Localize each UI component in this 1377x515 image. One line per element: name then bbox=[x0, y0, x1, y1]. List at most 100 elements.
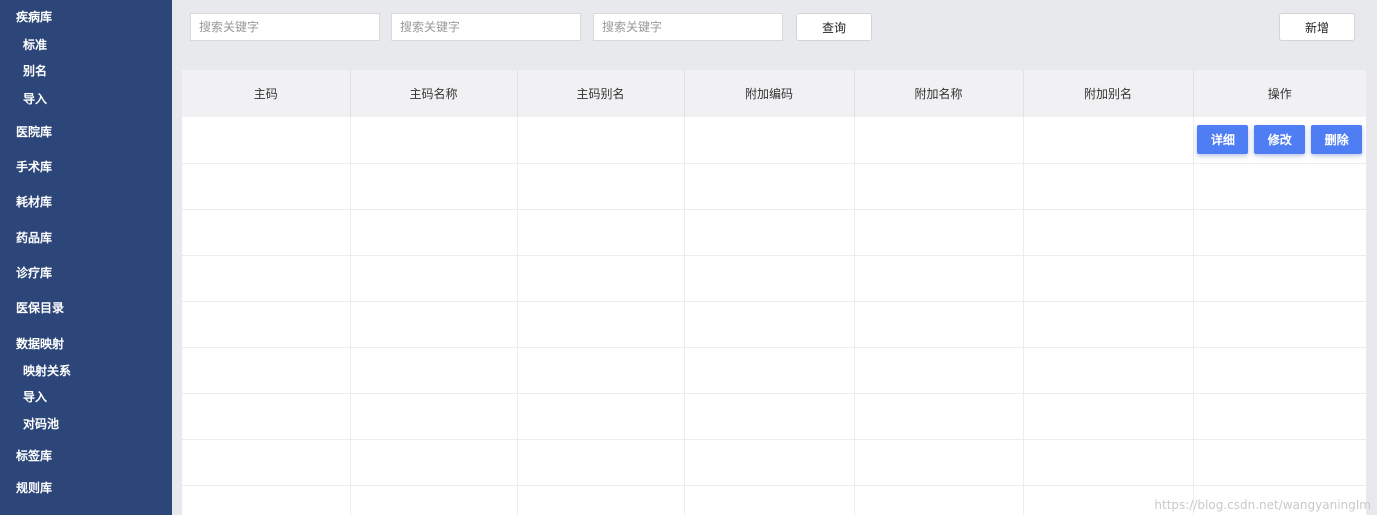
table-cell bbox=[517, 117, 685, 164]
watermark: https://blog.csdn.net/wangyaningIm bbox=[1154, 498, 1371, 512]
table-cell bbox=[182, 301, 351, 348]
sidebar-item-disease-library[interactable]: 疾病库 bbox=[16, 9, 52, 25]
table-cell bbox=[517, 393, 685, 440]
table-cell bbox=[684, 485, 855, 515]
table-cell bbox=[1193, 393, 1366, 440]
column-header-actions: 操作 bbox=[1193, 70, 1366, 117]
table-row bbox=[182, 347, 1366, 394]
table-cell bbox=[684, 255, 855, 302]
table-cell bbox=[182, 347, 351, 394]
table-cell bbox=[182, 255, 351, 302]
column-header-main-code-name: 主码名称 bbox=[350, 70, 518, 117]
sidebar-item-mapping-relations[interactable]: 映射关系 bbox=[23, 363, 71, 379]
table-cell bbox=[350, 347, 518, 394]
table-cell bbox=[350, 301, 518, 348]
table-cell bbox=[854, 439, 1024, 486]
table-cell bbox=[854, 393, 1024, 440]
add-button[interactable]: 新增 bbox=[1279, 13, 1355, 41]
search-input-2[interactable] bbox=[391, 13, 581, 41]
column-header-main-code-alias: 主码别名 bbox=[517, 70, 685, 117]
table-cell bbox=[1193, 255, 1366, 302]
table-cell bbox=[517, 485, 685, 515]
table-cell bbox=[517, 255, 685, 302]
table-cell bbox=[517, 163, 685, 210]
column-header-extra-name: 附加名称 bbox=[854, 70, 1024, 117]
table-cell bbox=[1193, 301, 1366, 348]
table-header-row: 主码 主码名称 主码别名 附加编码 附加名称 附加别名 操作 bbox=[182, 70, 1366, 117]
data-table: 主码 主码名称 主码别名 附加编码 附加名称 附加别名 操作 详细 修改 删除 bbox=[182, 70, 1366, 515]
table-cell bbox=[1023, 255, 1194, 302]
table-cell bbox=[182, 439, 351, 486]
table-body: 详细 修改 删除 bbox=[182, 117, 1366, 515]
sidebar-item-alias[interactable]: 别名 bbox=[23, 63, 47, 79]
sidebar-item-surgery-library[interactable]: 手术库 bbox=[16, 159, 52, 175]
table-row bbox=[182, 301, 1366, 348]
table-cell bbox=[854, 255, 1024, 302]
table-cell bbox=[1193, 209, 1366, 256]
sidebar-item-drug-library[interactable]: 药品库 bbox=[16, 230, 52, 246]
table-cell bbox=[684, 347, 855, 394]
table-cell bbox=[684, 301, 855, 348]
table-cell bbox=[854, 117, 1024, 164]
sidebar-item-code-pool[interactable]: 对码池 bbox=[23, 416, 59, 432]
column-header-extra-alias: 附加别名 bbox=[1023, 70, 1194, 117]
table-cell bbox=[1023, 301, 1194, 348]
table-cell bbox=[350, 393, 518, 440]
table-row bbox=[182, 209, 1366, 256]
column-header-extra-code: 附加编码 bbox=[684, 70, 855, 117]
sidebar: 疾病库 标准 别名 导入 医院库 手术库 耗材库 药品库 诊疗库 医保目录 数据… bbox=[0, 0, 172, 515]
sidebar-item-import[interactable]: 导入 bbox=[23, 91, 47, 107]
search-input-3[interactable] bbox=[593, 13, 783, 41]
table-cell bbox=[1193, 439, 1366, 486]
table-cell bbox=[350, 485, 518, 515]
table-cell bbox=[517, 347, 685, 394]
table-cell bbox=[517, 301, 685, 348]
edit-button[interactable]: 修改 bbox=[1254, 125, 1306, 155]
row-actions-cell: 详细 修改 删除 bbox=[1193, 117, 1366, 164]
sidebar-item-mapping-import[interactable]: 导入 bbox=[23, 389, 47, 405]
table-cell bbox=[1023, 163, 1194, 210]
table-cell bbox=[1193, 347, 1366, 394]
detail-button[interactable]: 详细 bbox=[1197, 125, 1249, 155]
sidebar-item-standard[interactable]: 标准 bbox=[23, 37, 47, 53]
table-cell bbox=[854, 485, 1024, 515]
table-cell bbox=[182, 209, 351, 256]
table-cell bbox=[182, 117, 351, 164]
table-cell bbox=[684, 209, 855, 256]
table-cell bbox=[350, 255, 518, 302]
sidebar-item-rule-library[interactable]: 规则库 bbox=[16, 480, 52, 496]
table-row bbox=[182, 163, 1366, 210]
table-cell bbox=[517, 209, 685, 256]
sidebar-item-insurance-catalog[interactable]: 医保目录 bbox=[16, 300, 64, 316]
table-cell bbox=[1023, 209, 1194, 256]
query-button[interactable]: 查询 bbox=[796, 13, 872, 41]
table-cell bbox=[854, 163, 1024, 210]
table-cell bbox=[1023, 117, 1194, 164]
sidebar-item-hospital-library[interactable]: 医院库 bbox=[16, 124, 52, 140]
table-cell bbox=[182, 393, 351, 440]
table-cell bbox=[350, 163, 518, 210]
table-cell bbox=[1023, 393, 1194, 440]
table-cell bbox=[517, 439, 685, 486]
table-cell bbox=[854, 209, 1024, 256]
sidebar-item-consumables-library[interactable]: 耗材库 bbox=[16, 194, 52, 210]
search-input-1[interactable] bbox=[190, 13, 380, 41]
table-cell bbox=[350, 439, 518, 486]
table-cell bbox=[182, 485, 351, 515]
delete-button[interactable]: 删除 bbox=[1311, 125, 1363, 155]
table-cell bbox=[350, 209, 518, 256]
table-cell bbox=[350, 117, 518, 164]
sidebar-item-data-mapping[interactable]: 数据映射 bbox=[16, 336, 64, 352]
column-header-main-code: 主码 bbox=[182, 70, 351, 117]
sidebar-item-tag-library[interactable]: 标签库 bbox=[16, 448, 52, 464]
table-cell bbox=[684, 117, 855, 164]
table-cell bbox=[684, 163, 855, 210]
table-row: 详细 修改 删除 bbox=[182, 117, 1366, 164]
table-cell bbox=[684, 439, 855, 486]
table-row bbox=[182, 439, 1366, 486]
table-cell bbox=[1023, 439, 1194, 486]
table-cell bbox=[1193, 163, 1366, 210]
sidebar-item-treatment-library[interactable]: 诊疗库 bbox=[16, 265, 52, 281]
table-cell bbox=[1023, 347, 1194, 394]
table-cell bbox=[854, 347, 1024, 394]
